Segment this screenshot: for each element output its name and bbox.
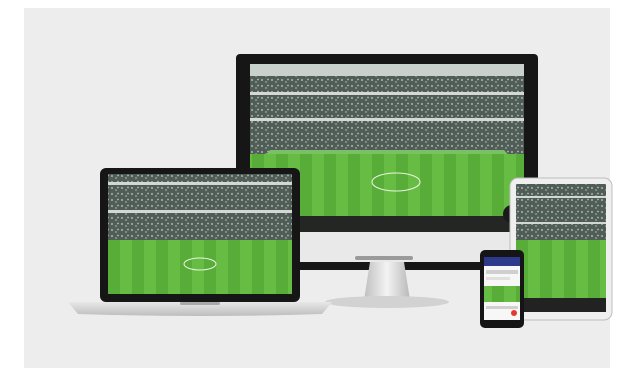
monitor-stand [364,262,410,300]
tablet-screen-stadium [516,184,606,312]
phone-app-header [484,257,520,266]
device-mockup-illustration [68,54,613,328]
tablet [509,177,613,321]
smartphone [480,250,524,328]
laptop [68,168,332,316]
phone-fab-icon [511,310,517,316]
phone-video-thumbnail [484,286,520,302]
monitor-base [325,296,449,308]
laptop-screen-stadium [108,174,292,294]
